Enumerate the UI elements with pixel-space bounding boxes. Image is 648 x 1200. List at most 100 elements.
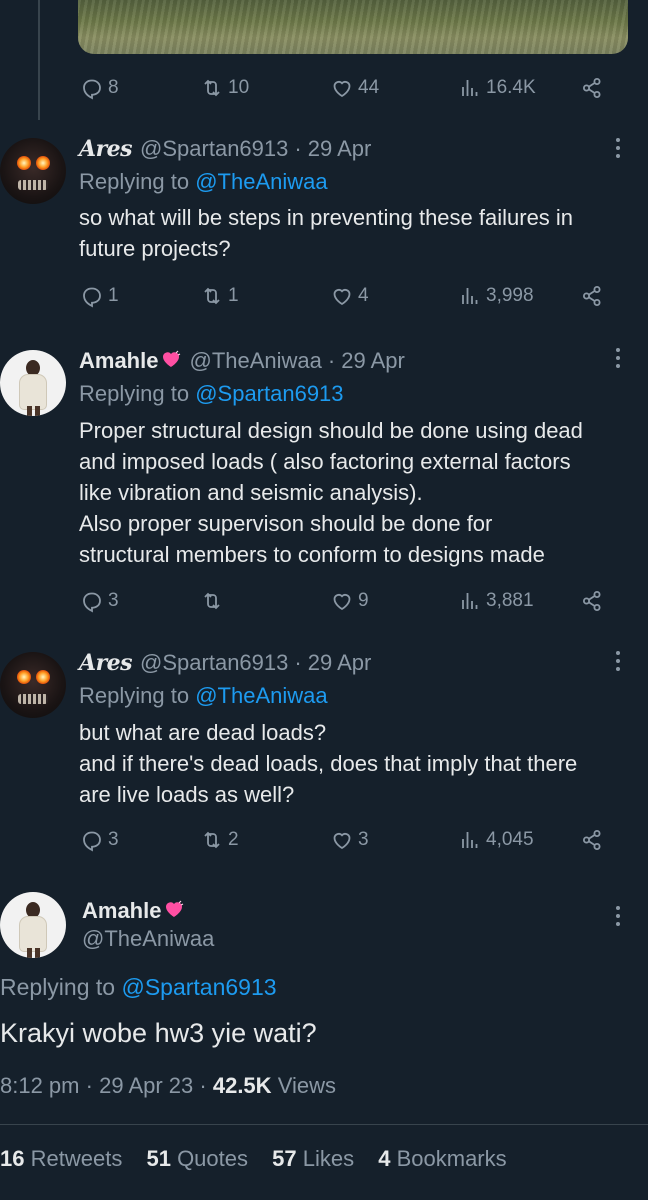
display-name[interactable]: Amahle: [82, 898, 161, 924]
separator-dot: ·: [199, 1073, 207, 1098]
like-button[interactable]: 44: [330, 73, 379, 103]
avatar[interactable]: [0, 652, 66, 718]
avatar[interactable]: [0, 892, 66, 958]
tweet-header: Ares @Spartan6913 · 29 Apr: [79, 649, 371, 677]
avatar[interactable]: [0, 350, 66, 416]
like-button[interactable]: 9: [330, 586, 369, 616]
handle[interactable]: @Spartan6913: [140, 650, 288, 676]
views-button[interactable]: 4,045: [458, 825, 534, 855]
retweet-button[interactable]: 1: [200, 281, 239, 311]
replying-to: Replying to @Spartan6913: [0, 974, 277, 1001]
retweet-icon: [204, 287, 220, 305]
replying-label: Replying to: [79, 169, 190, 194]
retweet-icon: [204, 592, 220, 610]
display-name[interactable]: Amahle: [79, 348, 158, 374]
handle[interactable]: @TheAniwaa: [82, 926, 214, 952]
reply-button[interactable]: 8: [80, 73, 119, 103]
mention-link[interactable]: @Spartan6913: [121, 974, 276, 1000]
reply-button[interactable]: 1: [80, 281, 119, 311]
views-button[interactable]: 3,998: [458, 281, 534, 311]
like-count: 3: [358, 829, 369, 850]
tweet-text: so what will be steps in preventing thes…: [79, 205, 574, 261]
replying-label: Replying to: [79, 381, 190, 406]
views-icon: [462, 80, 478, 96]
replying-to: Replying to @Spartan6913: [79, 381, 344, 407]
reply2-actions: 3 9 3,881: [80, 586, 610, 616]
separator-dot: ·: [294, 136, 302, 161]
tweet-date[interactable]: 29 Apr 23: [99, 1073, 193, 1098]
display-name[interactable]: Ares: [79, 650, 133, 676]
views-button[interactable]: 16.4K: [458, 73, 536, 103]
tweet-header: Ares @Spartan6913 · 29 Apr: [79, 135, 371, 163]
thread-line: [38, 0, 40, 120]
share-icon: [583, 78, 601, 98]
views-count: 42.5K: [212, 1073, 272, 1098]
mention-link[interactable]: @Spartan6913: [195, 381, 343, 406]
mention-link[interactable]: @TheAniwaa: [195, 169, 327, 194]
heart-emoji-icon: [161, 348, 181, 374]
handle[interactable]: @Spartan6913: [140, 136, 288, 162]
like-count: 9: [358, 590, 369, 611]
retweet-button[interactable]: 10: [200, 73, 249, 103]
display-name[interactable]: Ares: [79, 136, 133, 162]
engagement-stats: 16 Retweets 51 Quotes 57 Likes 4 Bookmar…: [0, 1146, 525, 1172]
replying-label: Replying to: [0, 974, 116, 1000]
share-icon: [583, 286, 601, 306]
retweet-count: 10: [228, 77, 250, 98]
share-button[interactable]: [580, 825, 604, 855]
bookmarks-stat[interactable]: 4 Bookmarks: [378, 1146, 506, 1171]
tweet-media-image[interactable]: [78, 0, 628, 54]
reply-count: 8: [108, 77, 119, 98]
quotes-stat[interactable]: 51 Quotes: [146, 1146, 248, 1171]
like-icon: [333, 80, 351, 98]
share-button[interactable]: [580, 586, 604, 616]
like-button[interactable]: 3: [330, 825, 369, 855]
reply-button[interactable]: 3: [80, 586, 119, 616]
reply-icon: [83, 592, 101, 613]
avatar[interactable]: [0, 138, 66, 204]
mention-link[interactable]: @TheAniwaa: [195, 683, 327, 708]
more-options-button[interactable]: [614, 348, 622, 372]
reply-icon: [83, 79, 101, 100]
main-tweet-text: Krakyi wobe hw3 yie wati?: [0, 1018, 317, 1048]
tweet-date[interactable]: 29 Apr: [341, 348, 405, 374]
views-button[interactable]: 3,881: [458, 586, 534, 616]
share-icon: [583, 830, 601, 850]
retweet-icon: [204, 831, 220, 849]
handle[interactable]: @TheAniwaa: [189, 348, 321, 374]
share-icon: [583, 591, 601, 611]
reply-count: 3: [108, 829, 119, 850]
retweet-count: 1: [228, 285, 239, 306]
reply1-actions: 1 1 4 3,998: [80, 281, 610, 311]
replying-to: Replying to @TheAniwaa: [79, 169, 328, 195]
tweet-date[interactable]: 29 Apr: [308, 650, 372, 676]
reply-icon: [83, 831, 101, 852]
like-icon: [333, 593, 351, 611]
divider: [0, 1124, 648, 1125]
views-count: 4,045: [486, 829, 534, 850]
tweet-header: Amahle @TheAniwaa · 29 Apr: [79, 347, 405, 375]
views-label: Views: [277, 1073, 336, 1098]
more-options-button[interactable]: [614, 651, 622, 675]
retweet-icon: [204, 79, 220, 97]
more-options-button[interactable]: [614, 138, 622, 162]
separator-dot: ·: [327, 348, 336, 373]
retweet-button[interactable]: [200, 586, 228, 616]
reply-button[interactable]: 3: [80, 825, 119, 855]
heart-emoji-icon: [164, 898, 184, 924]
replying-label: Replying to: [79, 683, 190, 708]
retweets-stat[interactable]: 16 Retweets: [0, 1146, 122, 1171]
tweet-time[interactable]: 8:12 pm: [0, 1073, 80, 1098]
share-button[interactable]: [580, 281, 604, 311]
retweet-button[interactable]: 2: [200, 825, 239, 855]
tweet-timestamp: 8:12 pm · 29 Apr 23 · 42.5K Views: [0, 1073, 336, 1099]
tweet-date[interactable]: 29 Apr: [308, 136, 372, 162]
like-icon: [333, 288, 351, 306]
views-count: 3,998: [486, 285, 534, 306]
like-button[interactable]: 4: [330, 281, 369, 311]
likes-stat[interactable]: 57 Likes: [272, 1146, 354, 1171]
like-count: 4: [358, 285, 369, 306]
separator-dot: ·: [294, 650, 302, 675]
more-options-button[interactable]: [614, 906, 622, 930]
share-button[interactable]: [580, 73, 604, 103]
